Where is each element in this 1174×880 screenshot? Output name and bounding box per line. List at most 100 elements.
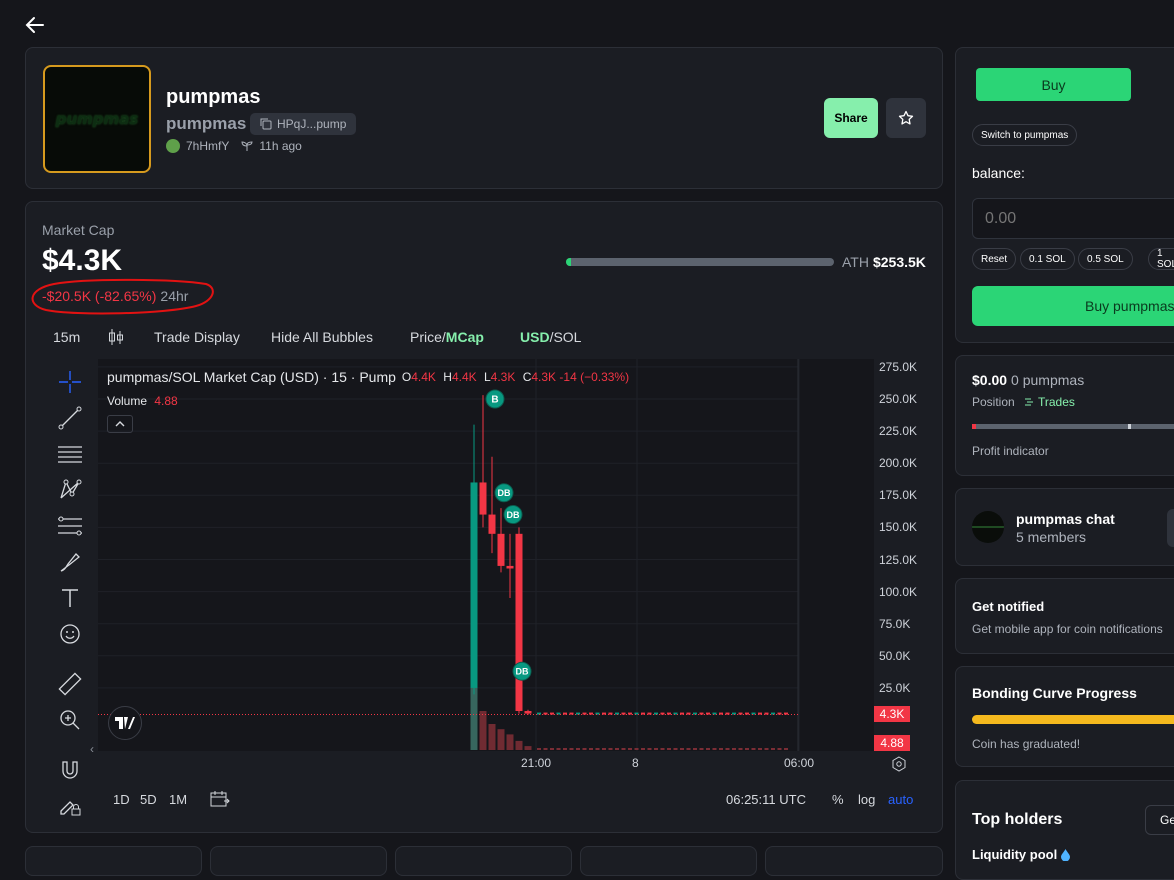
log-toggle[interactable]: log bbox=[858, 792, 875, 807]
candle-body bbox=[515, 533, 523, 712]
x-axis[interactable]: 21:00 8 06:00 bbox=[98, 756, 874, 774]
buy-tab[interactable]: Buy bbox=[976, 68, 1131, 101]
interval-selector[interactable]: 15m bbox=[53, 329, 80, 345]
ath-value: $253.5K bbox=[872, 254, 926, 270]
usd-sol-toggle[interactable]: USD/SOL bbox=[520, 329, 581, 345]
y-tick: 275.0K bbox=[879, 359, 918, 374]
ath-row: ATH $253.5K bbox=[842, 254, 926, 270]
hide-bubbles-button[interactable]: Hide All Bubbles bbox=[271, 329, 373, 345]
quick-0-5-sol[interactable]: 0.5 SOL bbox=[1078, 248, 1133, 270]
crosshair-icon[interactable] bbox=[56, 368, 84, 396]
legend-close-val: 4.3K -14 (−0.33%) bbox=[531, 370, 630, 384]
volume-bar bbox=[647, 748, 652, 750]
trade-bubble[interactable]: DB bbox=[503, 505, 523, 525]
quick-0-1-sol[interactable]: 0.1 SOL bbox=[1020, 248, 1075, 270]
chart-svg: DBBDBDBDB bbox=[98, 359, 800, 751]
holders-title: Top holders bbox=[972, 811, 1063, 828]
trade-bubble[interactable]: DB bbox=[512, 661, 532, 681]
volume-bar bbox=[680, 748, 684, 750]
volume-bar bbox=[515, 740, 523, 750]
volume-bar bbox=[738, 748, 743, 750]
chart-plot[interactable]: DBBDBDBDB pumpmas/SOL Market Cap (USD) ·… bbox=[98, 359, 874, 751]
position-amount: 0 pumpmas bbox=[1011, 372, 1085, 388]
svg-text:DB: DB bbox=[498, 488, 511, 498]
trade-bubble[interactable]: DB bbox=[494, 483, 514, 503]
creator-avatar[interactable] bbox=[166, 139, 180, 153]
volume-bar bbox=[667, 748, 671, 750]
chart-toolbar: 15m Trade Display Hide All Bubbles Price… bbox=[26, 328, 626, 348]
holder-row-liquidity[interactable]: Liquidity pool bbox=[972, 847, 1071, 862]
favorite-button[interactable] bbox=[886, 98, 926, 138]
usd-label: USD bbox=[520, 329, 550, 345]
volume-bar bbox=[706, 748, 710, 750]
bonding-panel: Bonding Curve Progress Coin has graduate… bbox=[955, 666, 1174, 767]
market-cap-value: $4.3K bbox=[42, 244, 123, 277]
brush-icon[interactable] bbox=[56, 548, 84, 576]
y-tick: 125.0K bbox=[879, 552, 918, 567]
range-1d[interactable]: 1D bbox=[113, 792, 130, 807]
legend-open-val: 4.4K bbox=[411, 370, 436, 384]
notify-panel[interactable]: Get notified Get mobile app for coin not… bbox=[955, 578, 1174, 654]
chart-settings-icon[interactable] bbox=[891, 756, 907, 777]
price-mcap-toggle[interactable]: Price/MCap bbox=[410, 329, 484, 345]
chat-panel[interactable]: pumpmas chat 5 members bbox=[955, 488, 1174, 566]
svg-text:B: B bbox=[491, 395, 498, 406]
svg-text:DB: DB bbox=[516, 667, 529, 677]
zoom-in-icon[interactable] bbox=[56, 706, 84, 734]
quick-1-sol[interactable]: 1 SOL bbox=[1148, 248, 1174, 270]
volume-bar bbox=[719, 748, 723, 750]
share-button[interactable]: Share bbox=[824, 98, 878, 138]
volume-bar bbox=[537, 748, 541, 750]
holders-action-button[interactable]: Ge bbox=[1145, 805, 1174, 835]
date-range-icon[interactable] bbox=[210, 790, 230, 811]
trade-display-button[interactable]: Trade Display bbox=[154, 329, 240, 345]
y-tick: 50.0K bbox=[879, 648, 911, 663]
trend-line-icon[interactable] bbox=[56, 404, 84, 432]
horizontal-lines-icon[interactable] bbox=[56, 440, 84, 468]
buy-submit-button[interactable]: Buy pumpmas bbox=[972, 286, 1174, 326]
collapse-legend-button[interactable] bbox=[107, 415, 133, 433]
volume-bar bbox=[497, 729, 505, 750]
ath-label: ATH bbox=[842, 254, 869, 270]
y-tick: 225.0K bbox=[879, 424, 918, 439]
trades-link[interactable]: Trades bbox=[1024, 395, 1075, 409]
volume-legend: Volume 4.88 bbox=[107, 394, 178, 408]
chat-join-button[interactable] bbox=[1167, 509, 1174, 547]
trade-bubble[interactable]: B bbox=[485, 389, 505, 409]
tradingview-logo[interactable] bbox=[108, 706, 142, 740]
emoji-icon[interactable] bbox=[56, 620, 84, 648]
pattern-icon[interactable] bbox=[56, 476, 84, 504]
volume-bar bbox=[608, 748, 613, 750]
back-arrow-icon[interactable] bbox=[24, 14, 46, 36]
chart-footer: 1D 5D 1M 06:25:11 UTC % log auto bbox=[26, 790, 942, 811]
notify-title: Get notified bbox=[972, 599, 1045, 614]
switch-token-button[interactable]: Switch to pumpmas bbox=[972, 124, 1078, 146]
volume-bar bbox=[693, 748, 697, 750]
percent-toggle[interactable]: % bbox=[832, 792, 844, 807]
magnet-icon[interactable] bbox=[56, 756, 84, 784]
svg-text:DB: DB bbox=[507, 510, 520, 520]
creator-row: 7hHmfY 11h ago bbox=[166, 139, 302, 153]
quick-reset[interactable]: Reset bbox=[972, 248, 1017, 270]
legend-low-key: L bbox=[483, 370, 491, 384]
token-ticker: pumpmas bbox=[166, 114, 247, 133]
bonding-progress-track bbox=[972, 715, 1174, 724]
candle-type-icon[interactable] bbox=[108, 328, 124, 349]
balance-label: balance: bbox=[972, 165, 1025, 181]
amount-input[interactable] bbox=[972, 198, 1174, 239]
candle-body bbox=[470, 482, 478, 688]
utc-time[interactable]: 06:25:11 UTC bbox=[726, 792, 806, 807]
bottom-card-1 bbox=[25, 846, 202, 876]
ruler-icon[interactable] bbox=[56, 670, 84, 698]
volume-bar bbox=[751, 748, 756, 750]
creator-name[interactable]: 7hHmfY bbox=[186, 139, 229, 153]
text-tool-icon[interactable] bbox=[56, 584, 84, 612]
chart-panel: Market Cap $4.3K -$20.5K (-82.65%) 24hr … bbox=[25, 201, 943, 833]
address-copy-button[interactable]: HPqJ...pump bbox=[250, 113, 357, 135]
fib-icon[interactable] bbox=[56, 512, 84, 540]
range-1m[interactable]: 1M bbox=[169, 792, 187, 807]
range-5d[interactable]: 5D bbox=[140, 792, 157, 807]
volume-value: 4.88 bbox=[154, 394, 178, 408]
auto-toggle[interactable]: auto bbox=[888, 792, 913, 807]
collapse-tools-icon[interactable]: ‹ bbox=[90, 742, 94, 756]
